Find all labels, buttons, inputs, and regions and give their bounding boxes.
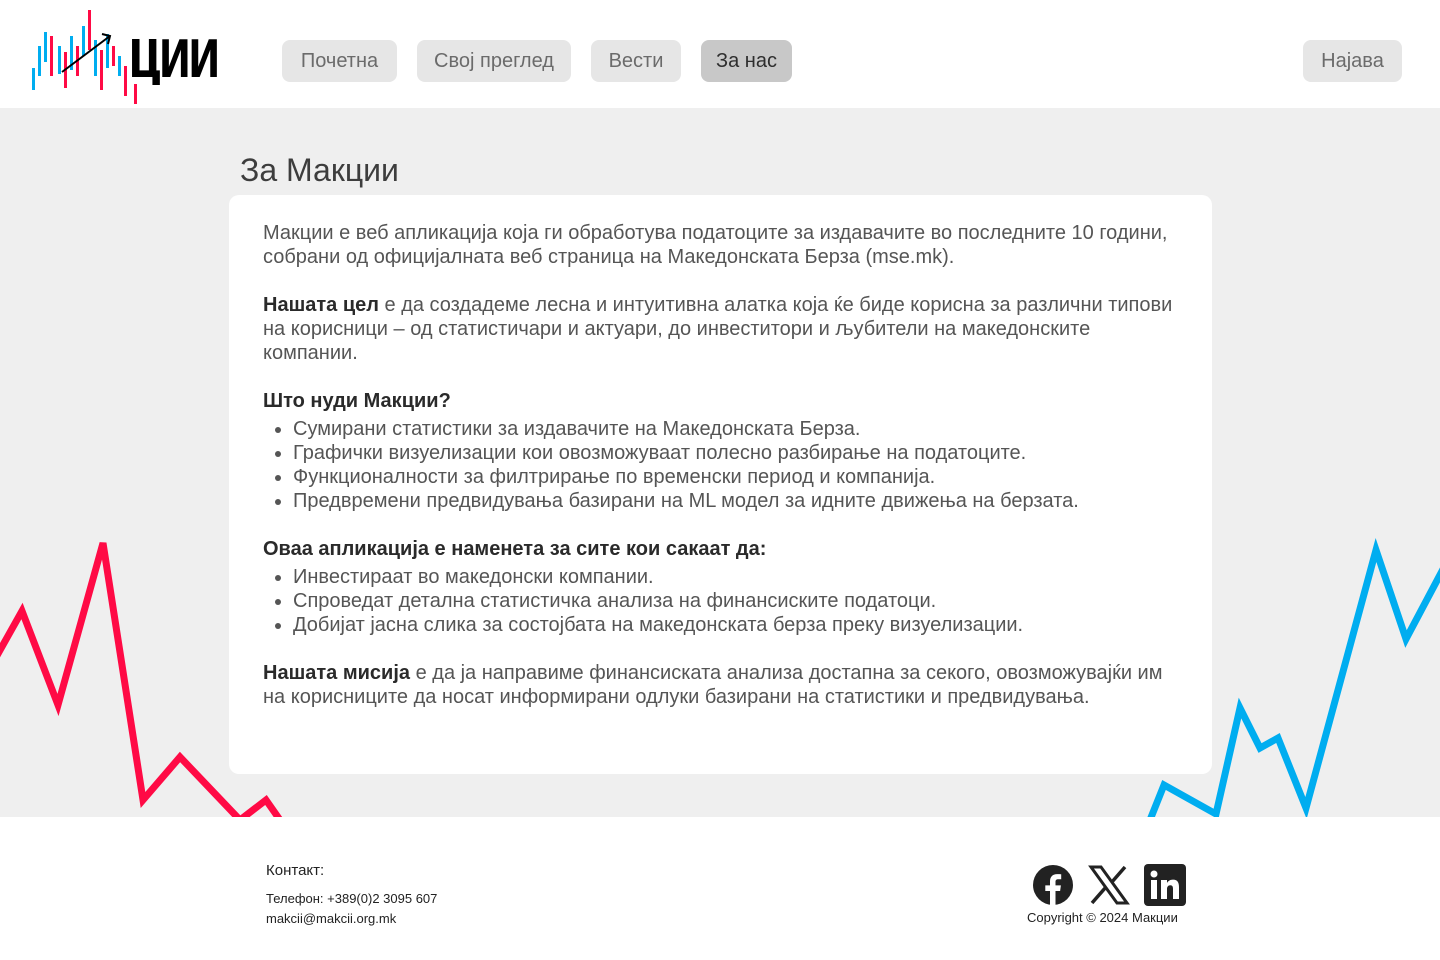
list-item: Графички визуелизации кои овозможуваат п… bbox=[293, 441, 1178, 465]
list-item: Добијат јасна слика за состојбата на мак… bbox=[293, 613, 1178, 637]
contact-phone: Телефон: +389(0)2 3095 607 bbox=[266, 891, 438, 906]
logo-text: ЦИИ bbox=[130, 30, 220, 90]
goal-text: е да создадеме лесна и интуитивна алатка… bbox=[263, 294, 1173, 364]
offers-heading: Што нуди Макции? bbox=[263, 390, 451, 412]
goal-paragraph: Нашата цел е да создадеме лесна и интуит… bbox=[263, 293, 1178, 365]
logo-chart-icon bbox=[32, 10, 137, 104]
page-title: За Макции bbox=[240, 152, 399, 188]
site-footer: Контакт: Телефон: +389(0)2 3095 607 makc… bbox=[0, 817, 1440, 960]
x-icon[interactable] bbox=[1088, 864, 1130, 906]
facebook-icon[interactable] bbox=[1032, 864, 1074, 906]
contact-title: Контакт: bbox=[266, 862, 325, 879]
site-header: ЦИИ Почетна Свој преглед Вести За нас На… bbox=[0, 0, 1440, 108]
list-item: Спроведат детална статистичка анализа на… bbox=[293, 589, 1178, 613]
nav-about-button[interactable]: За нас bbox=[701, 40, 792, 82]
mission-label: Нашата мисија bbox=[263, 662, 411, 684]
linkedin-icon[interactable] bbox=[1144, 864, 1186, 906]
audience-list: Инвестираат во македонски компании. Спро… bbox=[263, 565, 1178, 637]
copyright-text: Copyright © 2024 Макции bbox=[1027, 910, 1178, 925]
mission-paragraph: Нашата мисија е да ја направиме финансис… bbox=[263, 661, 1178, 709]
logo[interactable]: ЦИИ bbox=[30, 6, 230, 106]
goal-label: Нашата цел bbox=[263, 294, 379, 316]
list-item: Сумирани статистики за издавачите на Мак… bbox=[293, 417, 1178, 441]
about-card: Макции е веб апликација која ги обработу… bbox=[229, 195, 1212, 774]
list-item: Инвестираат во македонски компании. bbox=[293, 565, 1178, 589]
login-button[interactable]: Најава bbox=[1303, 40, 1402, 82]
list-item: Функционалности за филтрирање по временс… bbox=[293, 465, 1178, 489]
audience-heading: Оваа апликација е наменета за сите кои с… bbox=[263, 538, 767, 560]
nav-news-button[interactable]: Вести bbox=[591, 40, 681, 82]
nav-home-button[interactable]: Почетна bbox=[282, 40, 397, 82]
nav-overview-button[interactable]: Свој преглед bbox=[417, 40, 571, 82]
contact-email[interactable]: makcii@makcii.org.mk bbox=[266, 911, 396, 926]
intro-text: Макции е веб апликација која ги обработу… bbox=[263, 222, 1168, 268]
offers-list: Сумирани статистики за издавачите на Мак… bbox=[263, 417, 1178, 513]
list-item: Предвремени предвидувања базирани на ML … bbox=[293, 489, 1178, 513]
main-content: За Макции Макции е веб апликација која г… bbox=[0, 108, 1440, 817]
